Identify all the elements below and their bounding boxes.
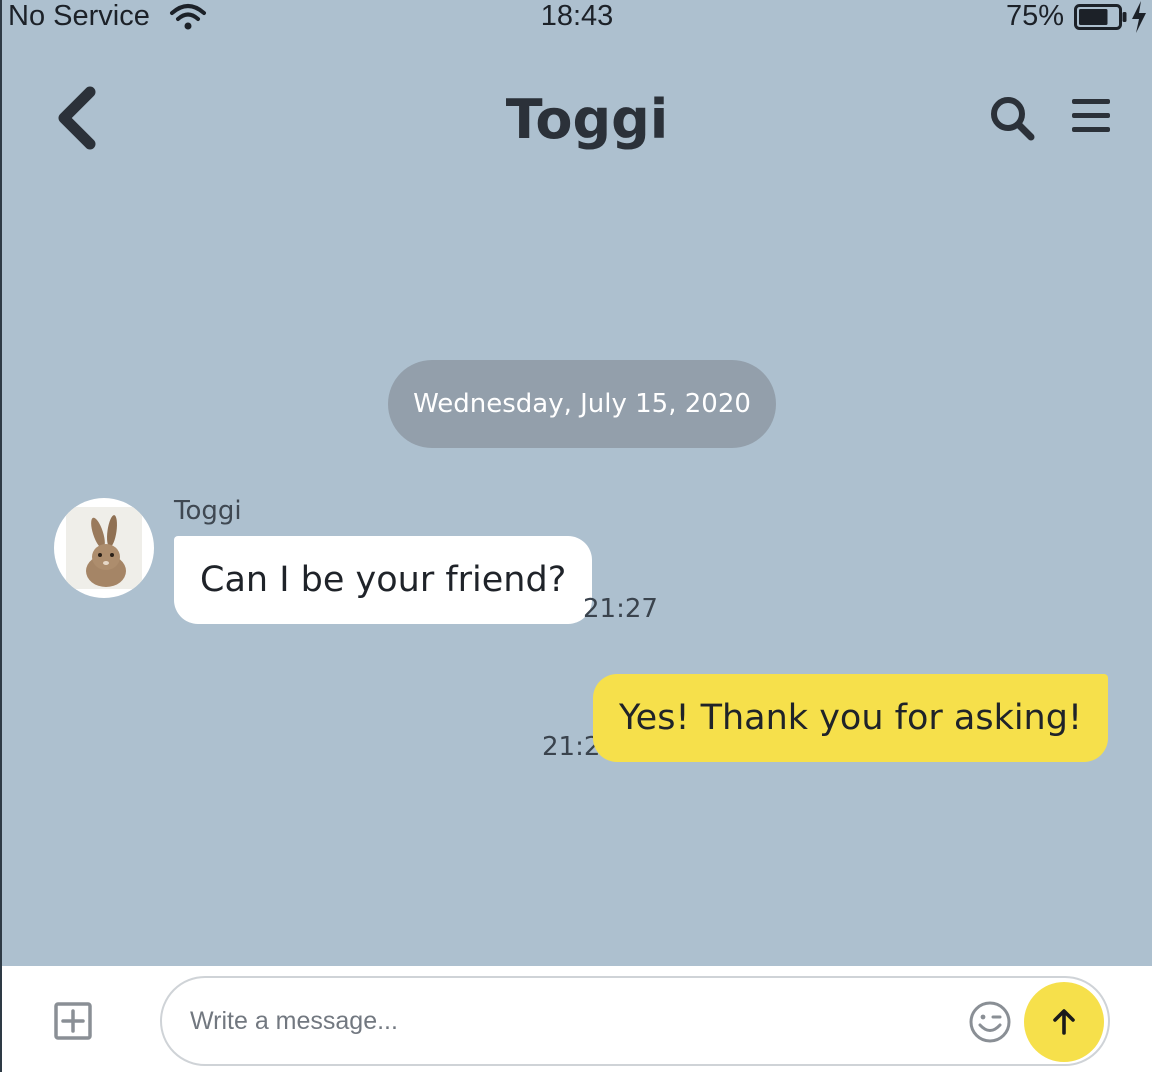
battery-icon (1074, 3, 1127, 30)
chat-title: Toggi (505, 88, 669, 151)
message-composer (2, 966, 1152, 1072)
battery-percent: 75% (1005, 0, 1064, 32)
status-right: 75% (1006, 0, 1148, 33)
send-button[interactable] (1024, 982, 1104, 1062)
outgoing-message-bubble[interactable]: Yes! Thank you for asking! (592, 674, 1108, 762)
date-separator: Wednesday, July 15, 2020 (388, 360, 776, 448)
sender-name: Toggi (174, 496, 242, 526)
chat-screen: No Service 18:43 75% Toggi Wednesday, Ju… (0, 0, 1152, 1072)
status-time: 18:43 (540, 0, 614, 32)
status-bar: No Service 18:43 75% (2, 0, 1152, 40)
message-timestamp: 21:27 (583, 594, 658, 624)
arrow-up-icon (1053, 1009, 1075, 1035)
charging-icon (1132, 0, 1146, 33)
search-icon[interactable] (988, 94, 1036, 142)
chat-header: Toggi (2, 60, 1152, 180)
add-square-icon[interactable] (54, 1002, 92, 1040)
menu-icon[interactable] (1070, 96, 1112, 136)
avatar[interactable] (54, 498, 154, 598)
message-input[interactable] (190, 998, 950, 1044)
emoji-icon[interactable] (968, 1000, 1012, 1044)
incoming-message-bubble[interactable]: Can I be your friend? (174, 536, 593, 624)
rabbit-avatar-image (66, 507, 142, 589)
message-field (160, 976, 1110, 1066)
